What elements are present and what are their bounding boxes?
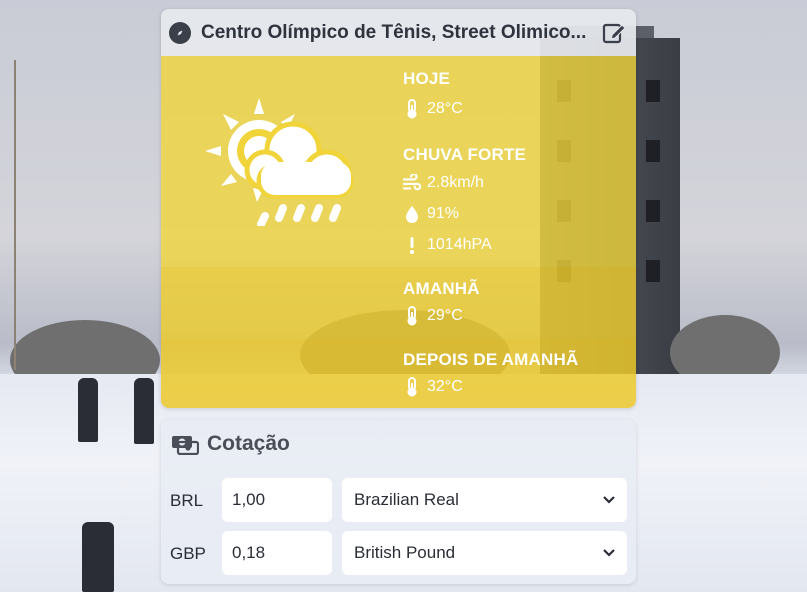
today-label: HOJE bbox=[403, 69, 451, 88]
sun-cloud-rain-icon bbox=[205, 98, 354, 226]
wind-row: 2.8km/h bbox=[403, 174, 484, 192]
today-temperature: 28°C bbox=[403, 99, 463, 119]
tomorrow-temperature-value: 29°C bbox=[427, 307, 463, 324]
after-tomorrow-temperature-value: 32°C bbox=[427, 378, 463, 395]
humidity-value: 91% bbox=[427, 205, 460, 222]
wind-value: 2.8km/h bbox=[427, 174, 484, 191]
currency-select-to[interactable]: British Pound bbox=[342, 531, 627, 575]
tree bbox=[14, 60, 16, 370]
condition-label: CHUVA FORTE bbox=[403, 145, 527, 164]
currency-code-to: GBP bbox=[170, 544, 206, 563]
tomorrow-section: AMANHÃ 29°C bbox=[161, 267, 636, 338]
tomorrow-temperature: 29°C bbox=[403, 306, 463, 326]
tower-window bbox=[646, 200, 660, 222]
currency-select-from[interactable]: Brazilian Real bbox=[342, 478, 627, 522]
amount-input-from[interactable] bbox=[222, 478, 332, 522]
person bbox=[82, 522, 114, 592]
currency-title: Cotação bbox=[171, 432, 290, 456]
edit-icon[interactable] bbox=[602, 21, 626, 45]
today-temperature-value: 28°C bbox=[427, 100, 463, 117]
humidity-row: 91% bbox=[403, 205, 459, 223]
after-tomorrow-section: DEPOIS DE AMANHÃ 32°C bbox=[161, 338, 636, 408]
weather-card: Centro Olímpico de Tênis, Street Olimico… bbox=[161, 9, 636, 408]
chevron-down-icon bbox=[603, 549, 615, 557]
currency-select-from-value: Brazilian Real bbox=[354, 490, 459, 509]
today-section: HOJE 28°C CHUVA FORTE 2.8km/h 91% 1014hP… bbox=[161, 56, 636, 267]
thermometer-icon bbox=[403, 377, 421, 397]
location-title: Centro Olímpico de Tênis, Street Olimico… bbox=[201, 21, 587, 43]
exclamation-icon bbox=[403, 236, 421, 254]
weather-header: Centro Olímpico de Tênis, Street Olimico… bbox=[161, 9, 636, 56]
tower-window bbox=[646, 260, 660, 282]
currency-code-from: BRL bbox=[170, 491, 204, 510]
amount-input-to[interactable] bbox=[222, 531, 332, 575]
after-tomorrow-label: DEPOIS DE AMANHÃ bbox=[403, 350, 579, 369]
person bbox=[134, 378, 154, 444]
person bbox=[78, 378, 98, 442]
compass-icon bbox=[169, 21, 191, 44]
thermometer-icon bbox=[403, 99, 421, 119]
pressure-value: 1014hPA bbox=[427, 236, 492, 253]
after-tomorrow-temperature: 32°C bbox=[403, 377, 463, 397]
currency-title-text: Cotação bbox=[207, 432, 290, 455]
thermometer-icon bbox=[403, 306, 421, 326]
chevron-down-icon bbox=[603, 496, 615, 504]
currency-select-to-value: British Pound bbox=[354, 543, 456, 562]
wind-icon bbox=[403, 174, 421, 192]
tomorrow-label: AMANHÃ bbox=[403, 279, 480, 298]
droplet-icon bbox=[403, 205, 421, 223]
pressure-row: 1014hPA bbox=[403, 236, 492, 254]
tower-window bbox=[646, 80, 660, 102]
currency-card: Cotação BRL Brazilian Real GBP British P… bbox=[161, 420, 636, 584]
tower-window bbox=[646, 140, 660, 162]
money-exchange-icon bbox=[172, 436, 199, 455]
